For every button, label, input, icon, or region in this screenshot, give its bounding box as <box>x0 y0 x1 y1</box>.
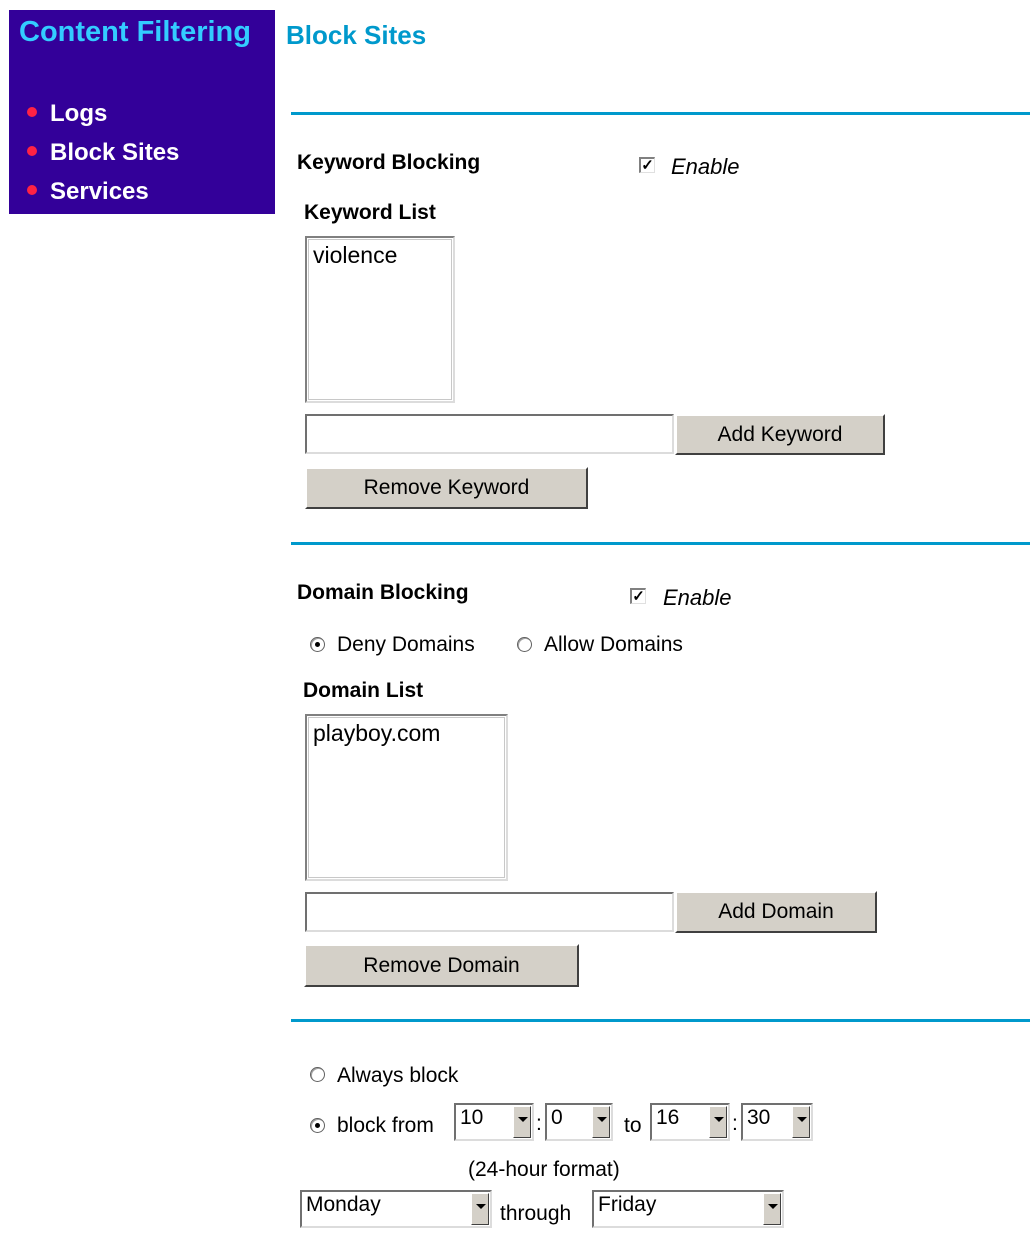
end-minute-value: 30 <box>747 1106 771 1129</box>
start-hour-value: 10 <box>460 1106 484 1129</box>
bullet-icon <box>27 106 37 117</box>
bullet-icon <box>27 184 37 195</box>
sidebar-title: Content Filtering <box>19 16 251 48</box>
keyword-enable-checkbox[interactable]: ✓ <box>639 157 655 173</box>
remove-domain-button[interactable]: Remove Domain <box>304 944 579 987</box>
chevron-down-icon <box>792 1106 810 1138</box>
always-block-radio[interactable] <box>310 1067 325 1082</box>
block-from-label: block from <box>337 1114 434 1137</box>
bullet-icon <box>27 145 37 156</box>
keyword-enable-label: Enable <box>671 154 740 179</box>
sidebar-item-logs[interactable]: Logs <box>27 99 107 129</box>
check-icon: ✓ <box>632 588 645 605</box>
keyword-blocking-heading: Keyword Blocking <box>297 151 481 174</box>
end-hour-select[interactable]: 16 <box>650 1103 730 1141</box>
chevron-down-icon <box>513 1106 531 1138</box>
keyword-list-label: Keyword List <box>304 201 436 224</box>
allow-domains-radio[interactable] <box>517 637 532 652</box>
start-minute-select[interactable]: 0 <box>545 1103 613 1141</box>
domain-enable-checkbox[interactable]: ✓ <box>630 588 646 604</box>
deny-domains-label: Deny Domains <box>337 633 475 656</box>
remove-keyword-button[interactable]: Remove Keyword <box>305 467 588 509</box>
domain-list-label: Domain List <box>303 679 424 702</box>
domain-enable-label: Enable <box>663 585 732 610</box>
domain-blocking-heading: Domain Blocking <box>297 581 469 604</box>
add-keyword-button[interactable]: Add Keyword <box>675 414 885 455</box>
chevron-down-icon <box>709 1106 727 1138</box>
chevron-down-icon <box>592 1106 610 1138</box>
section-divider <box>291 542 1030 545</box>
list-item[interactable]: playboy.com <box>313 720 440 747</box>
start-hour-select[interactable]: 10 <box>454 1103 534 1141</box>
check-icon: ✓ <box>641 157 654 174</box>
keyword-input[interactable] <box>305 414 674 454</box>
end-hour-value: 16 <box>656 1106 680 1129</box>
end-day-select[interactable]: Friday <box>592 1190 784 1228</box>
domain-input[interactable] <box>305 892 674 932</box>
sidebar-item-label: Block Sites <box>50 139 180 166</box>
keyword-listbox[interactable]: violence <box>305 236 455 403</box>
start-day-select[interactable]: Monday <box>300 1190 492 1228</box>
time-format-note: (24-hour format) <box>468 1158 620 1181</box>
sidebar-item-label: Logs <box>50 100 108 127</box>
start-day-value: Monday <box>306 1193 381 1216</box>
section-divider <box>291 1019 1030 1022</box>
list-item[interactable]: violence <box>313 242 397 269</box>
always-block-label: Always block <box>337 1064 459 1087</box>
end-minute-select[interactable]: 30 <box>741 1103 813 1141</box>
end-day-value: Friday <box>598 1193 657 1216</box>
page-title: Block Sites <box>286 20 427 50</box>
allow-domains-label: Allow Domains <box>544 633 683 656</box>
add-domain-button[interactable]: Add Domain <box>675 891 877 933</box>
sidebar-item-label: Services <box>50 178 149 205</box>
block-from-radio[interactable] <box>310 1118 325 1133</box>
section-divider <box>291 112 1030 115</box>
start-minute-value: 0 <box>551 1106 563 1129</box>
sidebar-item-block-sites[interactable]: Block Sites <box>27 138 179 168</box>
sidebar-item-services[interactable]: Services <box>27 177 149 207</box>
chevron-down-icon <box>471 1193 489 1225</box>
through-label: through <box>500 1202 572 1225</box>
chevron-down-icon <box>763 1193 781 1225</box>
time-colon: : <box>732 1112 738 1135</box>
time-colon: : <box>536 1112 542 1135</box>
to-label: to <box>624 1114 642 1137</box>
deny-domains-radio[interactable] <box>310 637 325 652</box>
domain-listbox[interactable]: playboy.com <box>305 714 508 881</box>
